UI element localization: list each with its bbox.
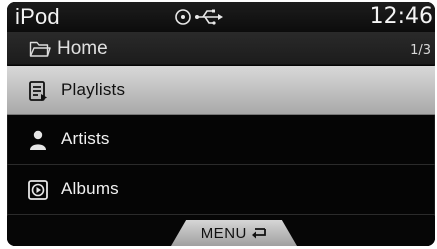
status-bar: iPod 12:46 (7, 2, 435, 32)
menu-item-playlists[interactable]: Playlists (7, 66, 435, 115)
menu-list: Playlists Artists Albums (7, 65, 435, 215)
return-icon (252, 228, 267, 239)
artist-icon (30, 130, 46, 150)
menu-item-label: Albums (61, 179, 119, 198)
usb-icon (195, 9, 223, 25)
folder-icon (29, 41, 51, 57)
breadcrumb-label: Home (57, 38, 108, 59)
bottom-bar: MENU (7, 216, 435, 246)
playlist-icon (29, 81, 47, 101)
menu-item-artists[interactable]: Artists (7, 115, 435, 165)
status-icons (175, 9, 223, 25)
app-title: iPod (15, 4, 60, 29)
menu-item-label: Artists (61, 129, 110, 148)
menu-item-label: Playlists (61, 80, 126, 99)
page-indicator: 1/3 (410, 43, 431, 58)
menu-item-albums[interactable]: Albums (7, 165, 435, 215)
disc-icon (175, 9, 191, 25)
album-icon (28, 180, 48, 200)
clock: 12:46 (369, 4, 433, 29)
menu-button-label: MENU (200, 225, 247, 242)
ipod-screen: iPod 12:46 Home 1/3 Playlists Artists Al… (7, 2, 435, 246)
breadcrumb[interactable]: Home 1/3 (7, 32, 435, 65)
menu-button[interactable]: MENU (171, 220, 297, 246)
